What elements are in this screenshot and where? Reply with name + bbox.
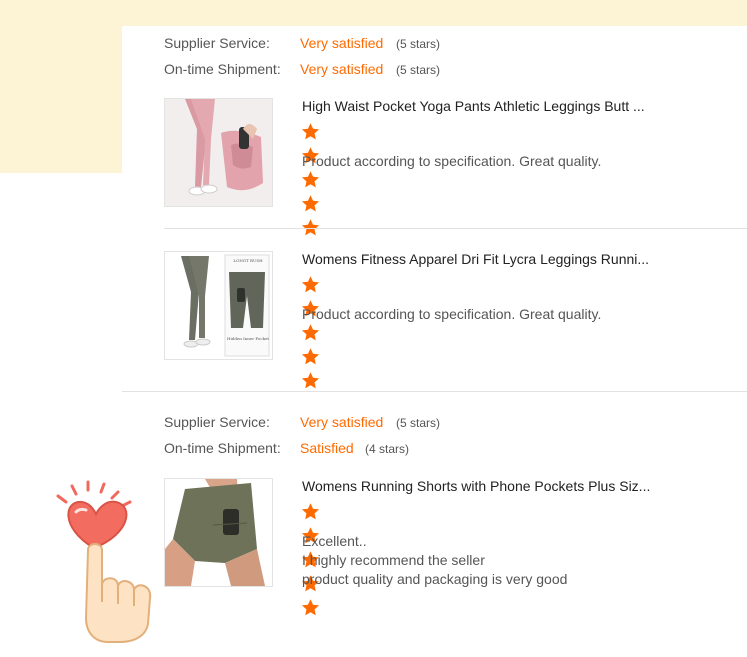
shipment-stars: (5 stars) (396, 63, 441, 77)
thumb-brand-text: LONGT RUSH (233, 258, 263, 263)
review-text: Product according to specification. Grea… (302, 152, 722, 171)
shipment-label: On-time Shipment: (164, 440, 281, 456)
star-icon (301, 123, 323, 145)
product-title[interactable]: Womens Fitness Apparel Dri Fit Lycra Leg… (302, 251, 682, 267)
supplier-service-label: Supplier Service: (164, 35, 270, 51)
rating-stars (301, 122, 323, 236)
shipment-value: Very satisfied (300, 61, 384, 77)
star-icon (301, 599, 323, 621)
thumb-caption-text: Hidden Inner Pocket (227, 336, 269, 341)
review-text: Excellent.. I highly recommend the selle… (302, 532, 722, 589)
shipment-stars: (4 stars) (365, 442, 410, 456)
review-line: Product according to specification. Grea… (302, 153, 602, 169)
star-icon (301, 219, 323, 241)
side-banner-background (0, 26, 122, 173)
top-banner-background (0, 0, 747, 26)
star-icon (301, 503, 323, 525)
rating-stars (301, 275, 323, 389)
product-title[interactable]: High Waist Pocket Yoga Pants Athletic Le… (302, 98, 682, 114)
star-icon (301, 324, 323, 346)
star-icon (301, 276, 323, 298)
shipment-label: On-time Shipment: (164, 61, 281, 77)
product-divider (164, 228, 747, 229)
star-icon (301, 195, 323, 217)
review-line: I highly recommend the seller (302, 552, 485, 568)
supplier-service-stars: (5 stars) (396, 37, 441, 51)
review-line: product quality and packaging is very go… (302, 571, 568, 587)
review-line: Product according to specification. Grea… (302, 306, 602, 322)
shipment-value: Satisfied (300, 440, 354, 456)
review-text: Product according to specification. Grea… (302, 305, 722, 324)
star-icon (301, 171, 323, 193)
product-thumbnail[interactable] (164, 478, 273, 587)
supplier-service-value: Very satisfied (300, 35, 384, 51)
supplier-service-value: Very satisfied (300, 414, 384, 430)
review-divider (122, 391, 747, 392)
rating-stars (301, 502, 323, 616)
supplier-service-label: Supplier Service: (164, 414, 270, 430)
product-thumbnail[interactable]: LONGT RUSH Hidden Inner Pocket (164, 251, 273, 360)
product-thumbnail[interactable] (164, 98, 273, 207)
supplier-service-stars: (5 stars) (396, 416, 441, 430)
product-title[interactable]: Womens Running Shorts with Phone Pockets… (302, 478, 682, 494)
heart-hand-sticker (50, 478, 160, 643)
review-line: Excellent.. (302, 533, 367, 549)
star-icon (301, 348, 323, 370)
